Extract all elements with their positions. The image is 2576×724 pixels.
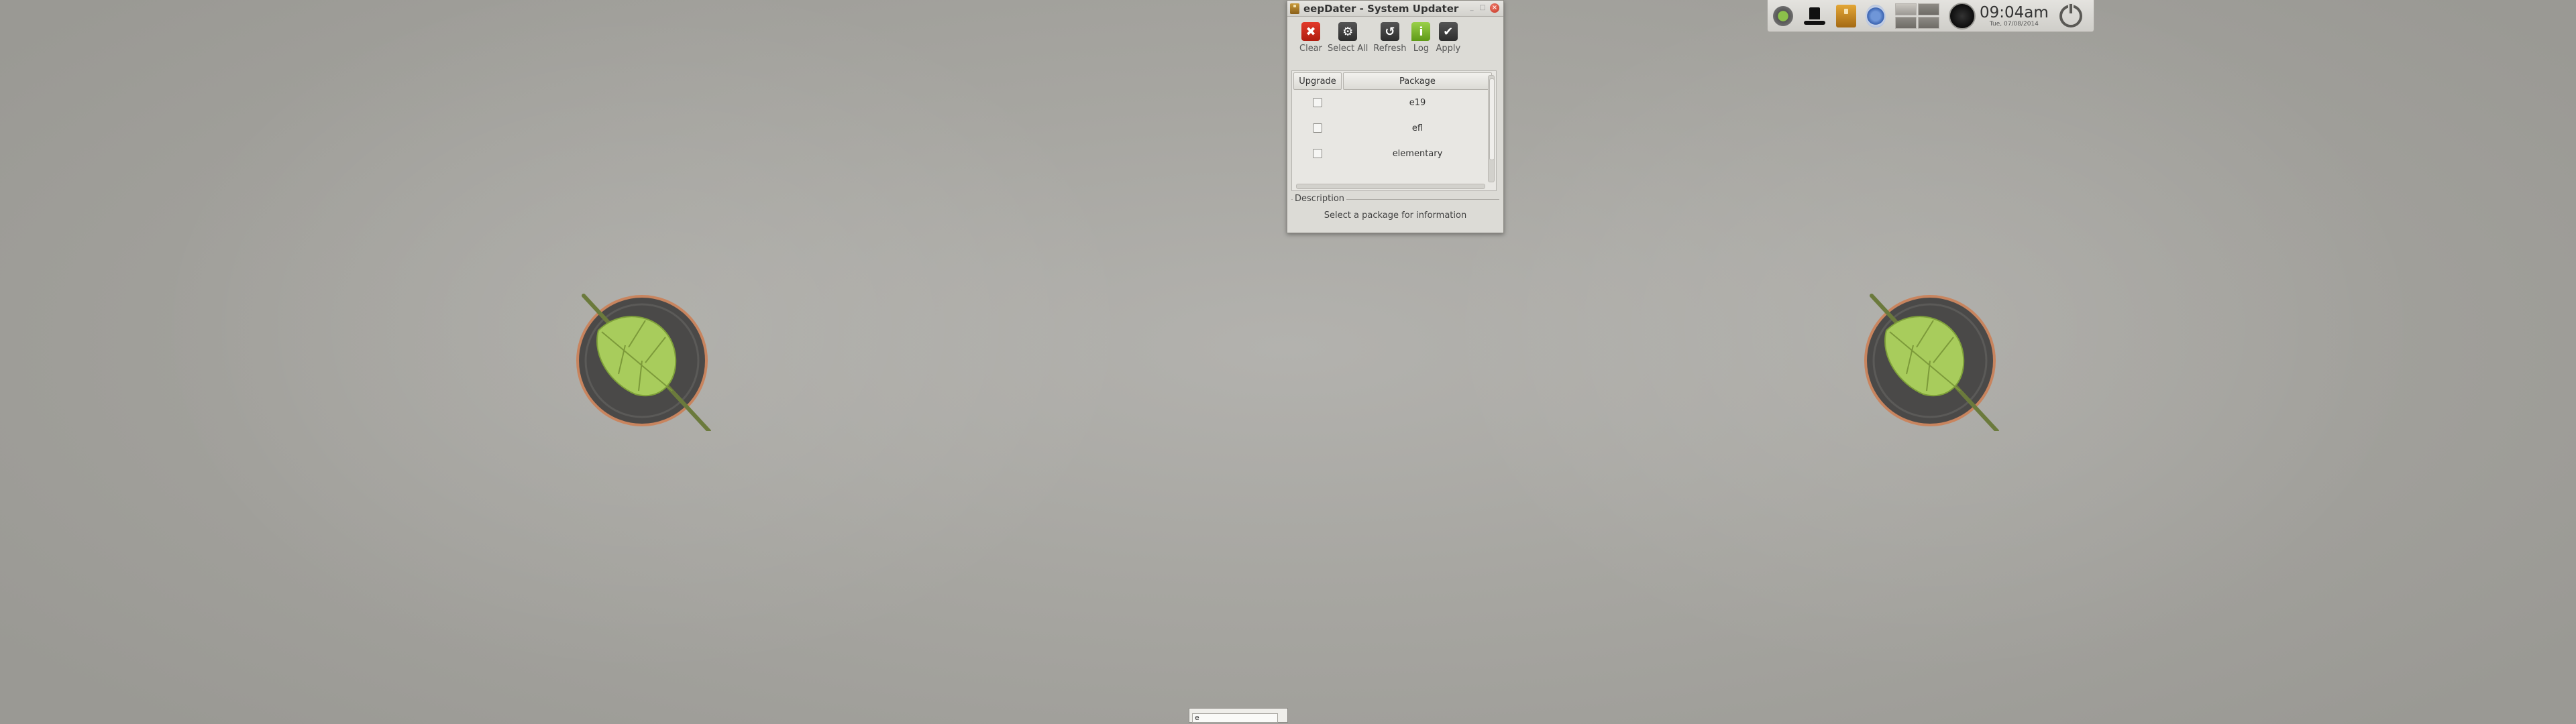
select-all-label: Select All: [1328, 44, 1368, 54]
apply-button[interactable]: ✔ Apply: [1436, 22, 1460, 64]
log-label: Log: [1413, 44, 1430, 54]
package-name: elementary: [1392, 148, 1443, 159]
desktop-leaf-logo-right: [1864, 294, 1999, 431]
pager-desk[interactable]: [1918, 16, 1939, 29]
table-row[interactable]: e19: [1292, 90, 1496, 115]
upgrade-column-header[interactable]: Upgrade: [1293, 72, 1342, 90]
checkmark-icon: ✔: [1438, 22, 1458, 41]
description-text: Select a package for information: [1324, 210, 1467, 221]
pager-desk[interactable]: [1895, 16, 1917, 29]
upgrade-checkbox[interactable]: [1313, 149, 1322, 158]
run-entry-input[interactable]: [1192, 713, 1278, 723]
package-table: Upgrade Package e19 efl elementary: [1291, 70, 1497, 191]
package-name: e19: [1409, 97, 1426, 108]
window-titlebar[interactable]: eepDater - System Updater _ □ ×: [1287, 1, 1503, 17]
refresh-icon: ↺: [1380, 22, 1399, 41]
minimize-icon[interactable]: _: [1468, 5, 1475, 11]
clear-label: Clear: [1299, 44, 1322, 54]
desktop-leaf-logo-left: [576, 294, 711, 431]
package-icon[interactable]: [1836, 4, 1856, 27]
power-icon[interactable]: [2059, 3, 2082, 27]
moon-icon[interactable]: [1949, 2, 1976, 29]
upgrade-checkbox[interactable]: [1313, 98, 1322, 107]
refresh-button[interactable]: ↺ Refresh: [1373, 22, 1406, 64]
clock-time: 09:04am: [1980, 3, 2049, 21]
info-icon: i: [1411, 22, 1431, 41]
horizontal-scrollbar[interactable]: [1296, 184, 1485, 189]
refresh-label: Refresh: [1373, 44, 1407, 54]
maximize-icon[interactable]: □: [1479, 5, 1486, 11]
pager-desk[interactable]: [1895, 3, 1917, 15]
toolbar: ✖ Clear ⚙ Select All ↺ Refresh i Log ✔ A…: [1287, 17, 1503, 64]
package-column-header[interactable]: Package: [1343, 72, 1492, 90]
apply-label: Apply: [1436, 44, 1461, 54]
vertical-scroll-thumb[interactable]: [1489, 78, 1495, 160]
clear-button[interactable]: ✖ Clear: [1299, 22, 1322, 64]
table-header: Upgrade Package: [1292, 71, 1496, 90]
description-legend: Description: [1293, 194, 1347, 204]
window-title: eepDater - System Updater: [1303, 2, 1459, 15]
close-icon[interactable]: ×: [1490, 3, 1499, 13]
pager-icon[interactable]: [1895, 3, 1939, 29]
shield-icon[interactable]: [1866, 4, 1886, 27]
gear-icon: ⚙: [1338, 22, 1358, 41]
upgrade-checkbox[interactable]: [1313, 123, 1322, 133]
clear-x-icon: ✖: [1301, 22, 1320, 41]
window-controls: _ □ ×: [1468, 3, 1499, 13]
package-name: efl: [1411, 123, 1424, 133]
log-button[interactable]: i Log: [1411, 22, 1431, 64]
hat-icon[interactable]: [1803, 5, 1827, 27]
table-row[interactable]: efl: [1292, 115, 1496, 141]
table-row[interactable]: elementary: [1292, 141, 1496, 166]
tray-panel: 09:04am Tue, 07/08/2014: [1767, 0, 2094, 32]
leaf-icon[interactable]: [1773, 5, 1793, 26]
clock-date: Tue, 07/08/2014: [1989, 20, 2039, 27]
package-icon: [1290, 3, 1299, 14]
run-entry-box: [1189, 708, 1288, 723]
description-frame: Description Select a package for informa…: [1291, 194, 1499, 230]
pager-desk[interactable]: [1918, 3, 1939, 15]
select-all-button[interactable]: ⚙ Select All: [1328, 22, 1368, 64]
clock[interactable]: 09:04am Tue, 07/08/2014: [1980, 5, 2049, 27]
updater-window: eepDater - System Updater _ □ × ✖ Clear …: [1287, 0, 1504, 233]
vertical-scrollbar[interactable]: [1488, 75, 1495, 182]
